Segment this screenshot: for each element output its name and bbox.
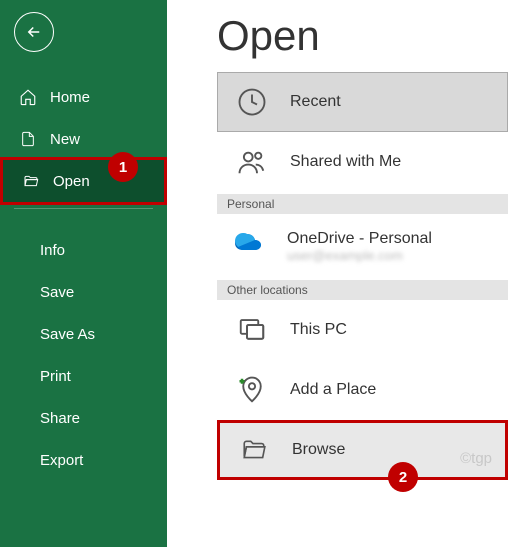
clock-icon bbox=[234, 84, 270, 120]
onedrive-icon bbox=[233, 228, 269, 264]
section-other-locations: Other locations bbox=[217, 280, 508, 300]
open-onedrive-personal[interactable]: OneDrive - Personal user@example.com bbox=[217, 214, 508, 278]
nav-open[interactable]: Open bbox=[0, 157, 167, 205]
open-add-place-label: Add a Place bbox=[290, 381, 376, 399]
open-recent-label: Recent bbox=[290, 93, 341, 111]
nav-print-label: Print bbox=[40, 368, 71, 385]
nav-save-label: Save bbox=[40, 284, 74, 301]
nav-new[interactable]: New bbox=[0, 118, 167, 160]
nav-share-label: Share bbox=[40, 410, 80, 427]
main-panel: Open Recent Shared with Me Personal OneD… bbox=[167, 0, 508, 547]
folder-browse-icon bbox=[236, 432, 272, 468]
nav-info-label: Info bbox=[40, 242, 65, 259]
onedrive-subtitle: user@example.com bbox=[287, 248, 432, 263]
home-icon bbox=[18, 87, 38, 107]
nav-home[interactable]: Home bbox=[0, 76, 167, 118]
back-arrow-icon bbox=[25, 23, 43, 41]
onedrive-title: OneDrive - Personal bbox=[287, 230, 432, 248]
annotation-badge-2: 2 bbox=[388, 462, 418, 492]
nav-save-as[interactable]: Save As bbox=[0, 313, 167, 355]
open-this-pc[interactable]: This PC bbox=[217, 300, 508, 360]
annotation-badge-1: 1 bbox=[108, 152, 138, 182]
open-browse-label: Browse bbox=[292, 441, 345, 459]
backstage-sidebar: Home New Open Info Save Save As Print Sh… bbox=[0, 0, 167, 547]
open-shared-label: Shared with Me bbox=[290, 153, 401, 171]
open-recent[interactable]: Recent bbox=[217, 72, 508, 132]
nav-export-label: Export bbox=[40, 452, 83, 469]
nav-print[interactable]: Print bbox=[0, 355, 167, 397]
document-icon bbox=[18, 129, 38, 149]
people-icon bbox=[234, 144, 270, 180]
section-personal: Personal bbox=[217, 194, 508, 214]
back-button[interactable] bbox=[14, 12, 54, 52]
folder-open-icon bbox=[21, 171, 41, 191]
open-shared-with-me[interactable]: Shared with Me bbox=[217, 132, 508, 192]
open-add-place[interactable]: Add a Place bbox=[217, 360, 508, 420]
nav-export[interactable]: Export bbox=[0, 439, 167, 481]
add-place-icon bbox=[234, 372, 270, 408]
nav-new-label: New bbox=[50, 131, 80, 148]
nav-info[interactable]: Info bbox=[0, 229, 167, 271]
nav-open-label: Open bbox=[53, 173, 90, 190]
watermark: ©tgp bbox=[460, 450, 492, 467]
sidebar-divider bbox=[14, 208, 153, 209]
nav-home-label: Home bbox=[50, 89, 90, 106]
nav-save-as-label: Save As bbox=[40, 326, 95, 343]
page-title: Open bbox=[217, 12, 508, 60]
nav-share[interactable]: Share bbox=[0, 397, 167, 439]
open-this-pc-label: This PC bbox=[290, 321, 347, 339]
nav-save[interactable]: Save bbox=[0, 271, 167, 313]
this-pc-icon bbox=[234, 312, 270, 348]
